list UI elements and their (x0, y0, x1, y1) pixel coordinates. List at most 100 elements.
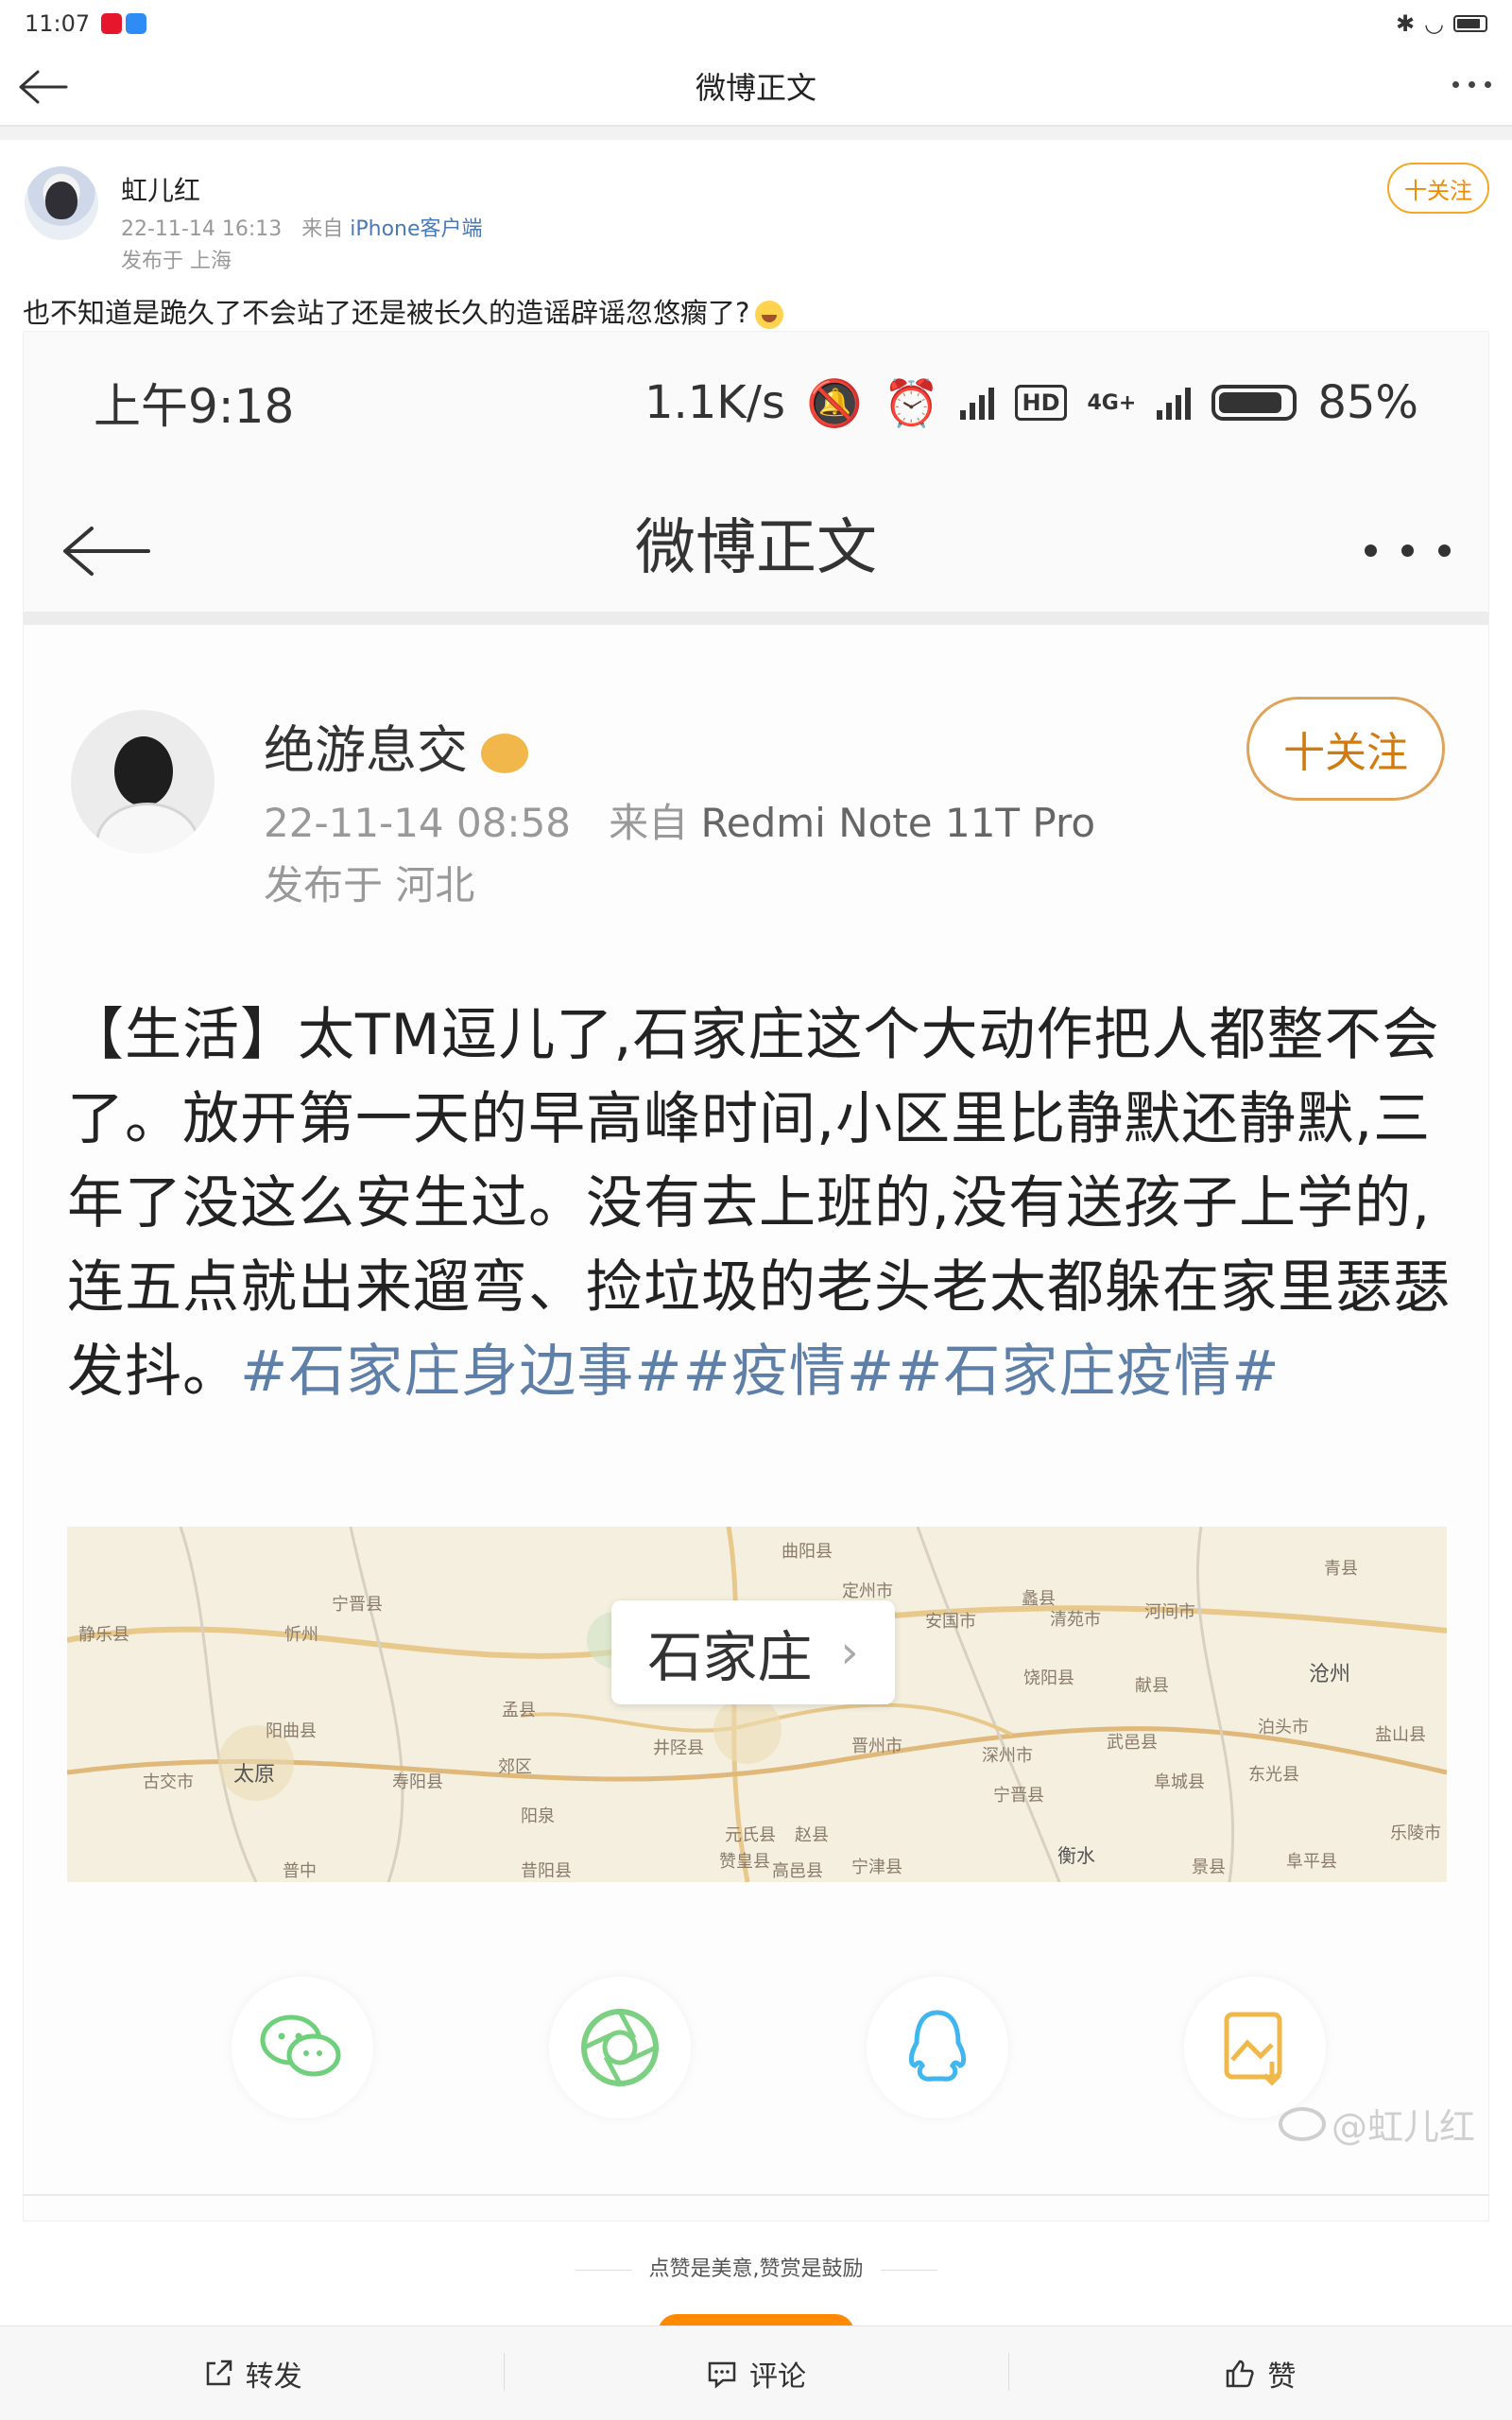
map-place: 饶阳县 (1023, 1668, 1074, 1688)
map-place: 宁晋县 (993, 1786, 1044, 1806)
embedded-author-name: 绝游息交 (264, 708, 528, 783)
embedded-battery-percent: 85% (1317, 376, 1418, 429)
status-bar: 11:07 ✱ ◡ (0, 0, 1512, 47)
watermark-text: @虹儿红 (1331, 2106, 1475, 2148)
embedded-back-arrow-icon (63, 527, 150, 576)
map-place: 曲阳县 (782, 1542, 833, 1562)
moments-icon (549, 1977, 691, 2118)
network-type: 4G+ (1087, 390, 1137, 415)
battery-icon (1453, 15, 1487, 32)
embedded-time: 上午9:18 (94, 379, 295, 434)
map-city-label: 石家庄 (647, 1625, 813, 1689)
post-text-content: 也不知道是跪久了不会站了还是被长久的造谣辟谣忽悠瘸了? (23, 297, 750, 329)
map-place: 沧州 (1309, 1663, 1351, 1686)
like-label: 赞 (1267, 2360, 1297, 2394)
map-place: 寿阳县 (392, 1772, 443, 1792)
alarm-icon: ⏰ (883, 376, 940, 430)
embedded-status-bar: 上午9:18 1.1K/s 🔕 ⏰ HD 4G+ 85% (24, 332, 1488, 474)
map-place: 定州市 (842, 1582, 893, 1601)
page-title: 微博正文 (695, 70, 816, 106)
map-place: 景县 (1192, 1858, 1226, 1877)
map-preview: 曲阳县 定州市 蠡县 青县 静乐县 忻州 宁晋县 安国市 清苑市 河间市 沧州 … (67, 1527, 1447, 1882)
top-nav: 微博正文 (0, 47, 1512, 127)
like-button[interactable]: 赞 (1007, 2352, 1512, 2394)
embedded-source: Redmi Note 11T Pro (700, 800, 1096, 846)
mute-icon: 🔕 (805, 376, 863, 430)
map-place: 盐山县 (1375, 1725, 1426, 1745)
divider (0, 127, 1512, 140)
hd-icon: HD (1015, 385, 1067, 421)
map-place: 深州市 (982, 1746, 1033, 1766)
status-time: 11:07 (25, 10, 91, 37)
laughing-emoji-icon (755, 301, 784, 329)
comment-button[interactable]: 评论 (504, 2352, 1007, 2394)
map-place: 昔阳县 (521, 1861, 572, 1881)
more-icon[interactable] (1452, 81, 1491, 88)
map-place: 普中 (283, 1861, 317, 1881)
map-place: 郊区 (498, 1757, 532, 1777)
embedded-screenshot[interactable]: 上午9:18 1.1K/s 🔕 ⏰ HD 4G+ 85% 微博正文 绝游息交 2… (23, 331, 1489, 2221)
embedded-source-prefix: 来自 (609, 800, 689, 846)
map-place: 古交市 (143, 1772, 194, 1792)
embedded-author-text: 绝游息交 (264, 720, 468, 780)
weibo-watermark: @虹儿红 (1278, 2098, 1475, 2150)
map-place: 东光县 (1248, 1765, 1299, 1785)
map-place: 献县 (1135, 1676, 1169, 1696)
post-source[interactable]: iPhone客户端 (350, 217, 482, 241)
embedded-more-icon (1365, 544, 1451, 557)
comment-icon (708, 2361, 736, 2389)
post-text: 也不知道是跪久了不会站了还是被长久的造谣辟谣忽悠瘸了? (23, 291, 784, 331)
map-place: 高邑县 (772, 1861, 823, 1881)
embedded-battery-icon (1211, 385, 1297, 421)
wifi-icon: ◡ (1424, 10, 1444, 37)
map-place: 静乐县 (78, 1625, 129, 1645)
embedded-location: 发布于 河北 (264, 862, 475, 908)
embedded-avatar (71, 710, 215, 854)
map-place: 忻州 (284, 1625, 318, 1645)
repost-label: 转发 (245, 2360, 302, 2394)
signal-icon (960, 386, 995, 420)
map-place: 太原 (233, 1763, 276, 1787)
wechat-icon (232, 1977, 373, 2118)
bluetooth-icon: ✱ (1395, 10, 1416, 37)
avatar[interactable] (25, 166, 98, 240)
repost-button[interactable]: 转发 (0, 2353, 504, 2394)
embedded-page-title: 微博正文 (635, 513, 877, 583)
map-place: 清苑市 (1050, 1610, 1101, 1630)
embedded-post-body: 【生活】太TM逗儿了,石家庄这个大动作把人都整不会了。放开第一天的早高峰时间,小… (67, 994, 1475, 1414)
source-prefix: 来自 (301, 217, 344, 241)
like-icon (1227, 2360, 1254, 2387)
map-place: 泊头市 (1258, 1718, 1309, 1737)
signal-icon-2 (1157, 386, 1192, 420)
embedded-hashtags: #石家庄身边事##疫情##石家庄疫情# (240, 1339, 1280, 1405)
author-name[interactable]: 虹儿红 (121, 170, 200, 208)
post-meta: 22-11-14 16:13 来自 iPhone客户端 (121, 212, 483, 242)
weibo-logo-icon (1278, 2106, 1326, 2141)
map-place: 衡水 (1057, 1844, 1095, 1867)
embedded-net-speed: 1.1K/s (644, 376, 785, 429)
map-place: 武邑县 (1107, 1733, 1158, 1753)
qq-icon (867, 1977, 1008, 2118)
embedded-timestamp: 22-11-14 08:58 (264, 800, 572, 846)
comment-label: 评论 (748, 2360, 806, 2394)
map-place: 宁晋县 (332, 1595, 383, 1615)
embedded-divider (24, 2194, 1488, 2221)
map-place: 乐陵市 (1390, 1824, 1441, 1843)
map-place: 元氏县 (725, 1825, 776, 1845)
back-arrow-icon[interactable] (17, 64, 70, 110)
share-row (24, 1977, 1488, 2166)
cloud-app-icon (126, 13, 147, 34)
map-place: 井陉县 (653, 1738, 704, 1758)
map-place: 阜平县 (1286, 1852, 1337, 1872)
embedded-follow-button: 十关注 (1246, 697, 1445, 801)
follow-button[interactable]: 十关注 (1387, 163, 1489, 214)
map-place: 孟县 (502, 1701, 536, 1720)
post-timestamp: 22-11-14 16:13 (121, 217, 283, 241)
map-city-button: 石家庄 › (611, 1600, 895, 1704)
map-place: 河间市 (1144, 1602, 1195, 1622)
map-place: 安国市 (925, 1612, 976, 1632)
map-place: 阳泉 (521, 1806, 555, 1826)
map-place: 宁津县 (851, 1858, 902, 1877)
map-place: 赵县 (795, 1825, 829, 1845)
repost-icon (206, 2360, 232, 2385)
